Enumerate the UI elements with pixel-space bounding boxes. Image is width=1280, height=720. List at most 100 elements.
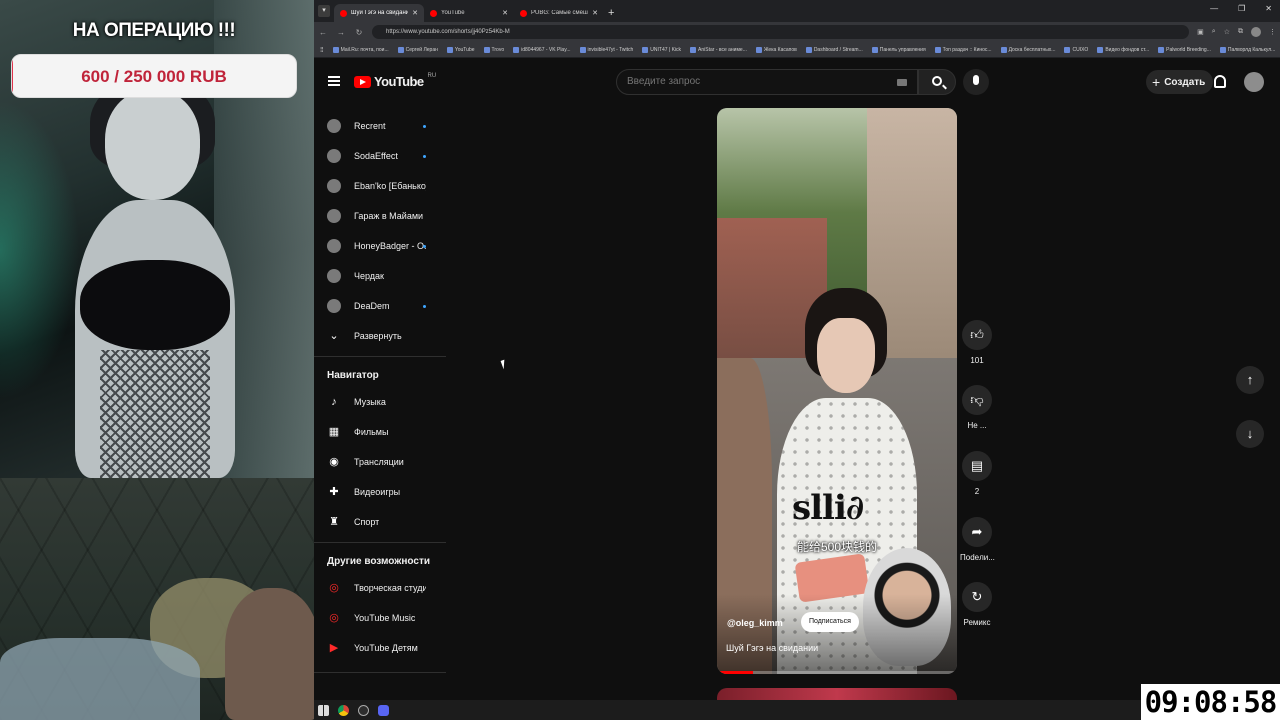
close-window-icon[interactable]: ✕ — [1265, 4, 1272, 13]
search-input[interactable] — [627, 70, 887, 94]
remix-button[interactable]: ↻ — [962, 582, 992, 612]
bookmark-item[interactable]: Палворлд Калькул... — [1219, 46, 1275, 53]
browser-tab-active[interactable]: Шуй Гэгэ на свидании - Y ✕ — [334, 4, 424, 22]
dislike-button[interactable]: 👎︎ — [962, 385, 992, 415]
sidebar-item-subscription[interactable]: DeaDem — [314, 292, 446, 320]
channel-name[interactable]: @oleg_kimm — [727, 618, 783, 628]
sidebar-item-subscription[interactable]: SodaEffect — [314, 142, 446, 170]
bookmark-label: Сергей Леран — [405, 46, 438, 53]
bookmark-item[interactable]: Панель управления — [871, 46, 926, 53]
voice-search-button[interactable] — [963, 69, 989, 95]
screenshot-icon[interactable]: ▣ — [1197, 28, 1204, 36]
extensions-icon[interactable]: ⧉ — [1238, 28, 1243, 36]
search-button[interactable] — [918, 69, 956, 95]
dislike-label: Не ... — [967, 421, 987, 430]
close-tab-icon[interactable]: ✕ — [502, 9, 508, 17]
menu-icon[interactable] — [328, 76, 340, 86]
sidebar-item-subscription[interactable]: Eban'ko [Ебанько] — [314, 172, 446, 200]
sidebar-item-navigator[interactable]: ♪ Музыка — [314, 388, 446, 416]
obs-taskbar-icon[interactable] — [358, 704, 369, 716]
browser-profile-icon[interactable] — [1251, 27, 1261, 37]
bookmark-item[interactable]: UNIT47 | Kick — [642, 46, 681, 53]
star-icon[interactable]: ☆ — [1224, 28, 1230, 36]
sidebar-item-navigator[interactable]: ◉ Трансляции — [314, 448, 446, 476]
sidebar-divider — [314, 356, 446, 357]
app-taskbar-icon[interactable] — [378, 704, 389, 716]
minimize-icon[interactable]: — — [1210, 4, 1218, 13]
bookmark-favicon-icon — [690, 46, 697, 53]
bookmark-item[interactable]: Жека Касапов — [755, 46, 797, 53]
sidebar-item-more[interactable]: ◎ YouTube Music — [314, 604, 446, 632]
new-tab-icon[interactable]: + — [608, 7, 614, 19]
comments-button[interactable]: ▤ — [962, 451, 992, 481]
sidebar-item-subscription[interactable]: Гараж в Майами — [314, 202, 446, 230]
bookmark-favicon-icon — [934, 46, 941, 53]
sidebar-item-subscription[interactable]: HoneyBadger - O... — [314, 232, 446, 260]
donation-goal-amount: 600 / 250 000 RUB — [81, 67, 227, 86]
comment-count: 2 — [974, 487, 980, 496]
next-short-preview[interactable] — [717, 688, 957, 700]
youtube-logo-icon — [354, 75, 371, 88]
avatar[interactable] — [1244, 72, 1264, 92]
sidebar-item-navigator[interactable]: ♜ Спорт — [314, 508, 446, 536]
shirt-print: slli∂ — [792, 488, 864, 528]
back-icon[interactable]: ← — [318, 28, 328, 37]
previous-short-button[interactable]: ↑ — [1236, 366, 1264, 394]
address-bar-row: ← → ↻ https://www.youtube.com/shorts/jj4… — [314, 22, 1280, 42]
zoom-icon[interactable]: ⌕ — [1212, 28, 1216, 36]
notifications-bell-icon[interactable] — [1214, 75, 1226, 88]
sidebar-item-label: HoneyBadger - O... — [354, 241, 426, 251]
sidebar-item-more[interactable]: ◎ Творческая студи... — [314, 574, 446, 602]
sidebar-item-label: Фильмы — [354, 427, 389, 437]
subscribe-button[interactable]: Подписаться — [801, 612, 859, 632]
bookmark-item[interactable]: invisible47yt - Twitch — [579, 46, 633, 53]
reload-icon[interactable]: ↻ — [354, 28, 364, 37]
bookmark-item[interactable]: Видео фондов ст... — [1097, 46, 1149, 53]
browser-tab[interactable]: YouTube ✕ — [424, 4, 514, 22]
sidebar-item-expand[interactable]: ⌄ Развернуть — [314, 322, 446, 350]
chrome-taskbar-icon[interactable] — [338, 704, 349, 716]
new-content-dot-icon — [423, 304, 426, 308]
youtube-logo[interactable]: YouTube RU — [354, 73, 436, 89]
playback-progress-bar[interactable] — [717, 671, 957, 674]
bookmark-item[interactable]: CUIXO — [1064, 46, 1088, 53]
sidebar-item-subscription[interactable]: Чердак — [314, 262, 446, 290]
youtube-masthead: YouTube RU + Создать — [314, 58, 1280, 106]
bookmark-item[interactable]: Топ раздач :: Кинос... — [934, 46, 992, 53]
bookmark-favicon-icon — [1219, 46, 1226, 53]
short-title[interactable]: Шуй Гэгэ на свидании — [726, 643, 818, 653]
sidebar-item-subscription[interactable]: Recrent — [314, 112, 446, 140]
shorts-player[interactable]: slli∂ 能给500块钱的 @oleg_kimm Подписаться Шу… — [717, 108, 957, 674]
bookmark-item[interactable]: id8044967 - VK Play... — [513, 46, 571, 53]
like-button[interactable]: 👍︎ — [962, 320, 992, 350]
apps-icon[interactable]: ⣿ — [320, 47, 324, 53]
close-tab-icon[interactable]: ✕ — [412, 9, 418, 17]
sidebar-item-more[interactable]: ▶ YouTube Детям — [314, 634, 446, 662]
comment-icon: ▤ — [970, 458, 984, 473]
browser-tab[interactable]: PUBG: Самые смешные и эпи ✕ — [514, 4, 604, 22]
sidebar-item-navigator[interactable]: ✚ Видеоигры — [314, 478, 446, 506]
bookmark-item[interactable]: Mail.Ru: почта, пои... — [332, 46, 389, 53]
remix-icon: ↻ — [971, 589, 983, 604]
bookmark-item[interactable]: Trovo — [483, 46, 504, 53]
bookmark-item[interactable]: YouTube — [446, 46, 475, 53]
browser-window: ▾ Шуй Гэгэ на свидании - Y ✕ YouTube ✕ P… — [314, 0, 1280, 700]
bookmark-item[interactable]: Сергей Леран — [397, 46, 438, 53]
share-button[interactable]: ➦ — [962, 517, 992, 547]
maximize-icon[interactable]: ❐ — [1238, 4, 1245, 13]
bookmark-item[interactable]: Palworld Breeding... — [1158, 46, 1211, 53]
windows-start-icon[interactable] — [318, 704, 329, 716]
sidebar-item-navigator[interactable]: ▦ Фильмы — [314, 418, 446, 446]
bookmark-item[interactable]: Dashboard / Stream... — [805, 46, 863, 53]
bookmark-item[interactable]: Доска бесплатных... — [1000, 46, 1055, 53]
music-note-icon: ♪ — [331, 396, 337, 408]
create-button[interactable]: + Создать — [1146, 70, 1214, 94]
keyboard-icon[interactable] — [897, 79, 907, 86]
bookmark-item[interactable]: AniStar - все аниме... — [690, 46, 747, 53]
close-tab-icon[interactable]: ✕ — [592, 9, 598, 17]
forward-icon[interactable]: → — [336, 28, 346, 37]
next-short-button[interactable]: ↓ — [1236, 420, 1264, 448]
tab-search-button[interactable]: ▾ — [318, 5, 330, 17]
url-field[interactable]: https://www.youtube.com/shorts/jj40Pz54K… — [372, 25, 1190, 39]
browser-menu-icon[interactable]: ⋮ — [1269, 28, 1276, 36]
